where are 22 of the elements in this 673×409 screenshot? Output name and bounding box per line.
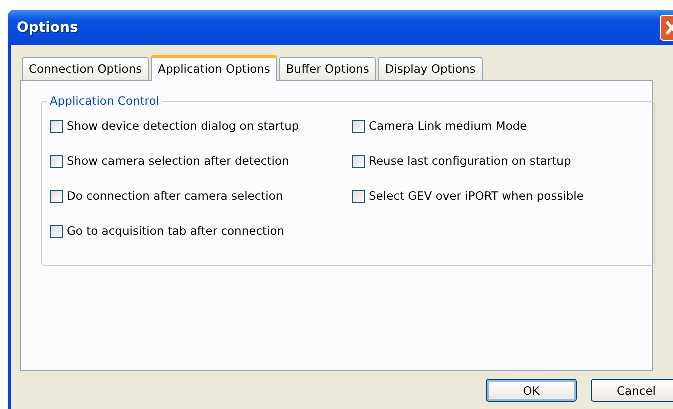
- checkbox[interactable]: [50, 224, 63, 238]
- group-title: Application Control: [47, 94, 162, 108]
- checkbox[interactable]: [352, 154, 365, 168]
- checkbox-label: Camera Link medium Mode: [369, 119, 528, 133]
- checkbox[interactable]: [50, 120, 63, 132]
- checkbox-label: Reuse last configuration on startup: [369, 154, 572, 168]
- tab[interactable]: Display Options: [378, 57, 483, 80]
- checkbox-label: Show device detection dialog on startup: [67, 119, 300, 133]
- checkbox[interactable]: [352, 190, 365, 202]
- tab[interactable]: Buffer Options: [279, 57, 376, 80]
- checkbox[interactable]: [50, 190, 63, 202]
- cancel-button[interactable]: Cancel: [591, 379, 673, 402]
- checkbox[interactable]: [352, 120, 365, 132]
- checkbox-label: Show camera selection after detection: [67, 154, 290, 168]
- checkbox-label: Select GEV over iPORT when possible: [369, 189, 584, 203]
- checkbox[interactable]: [50, 154, 63, 168]
- tab[interactable]: Application Options: [151, 55, 278, 81]
- checkbox-label: Do connection after camera selection: [67, 189, 284, 203]
- window-title: Options: [17, 20, 78, 36]
- ok-button[interactable]: OK: [486, 379, 577, 402]
- tab[interactable]: Connection Options: [22, 57, 150, 80]
- checkbox-label: Go to acquisition tab after connection: [67, 224, 285, 238]
